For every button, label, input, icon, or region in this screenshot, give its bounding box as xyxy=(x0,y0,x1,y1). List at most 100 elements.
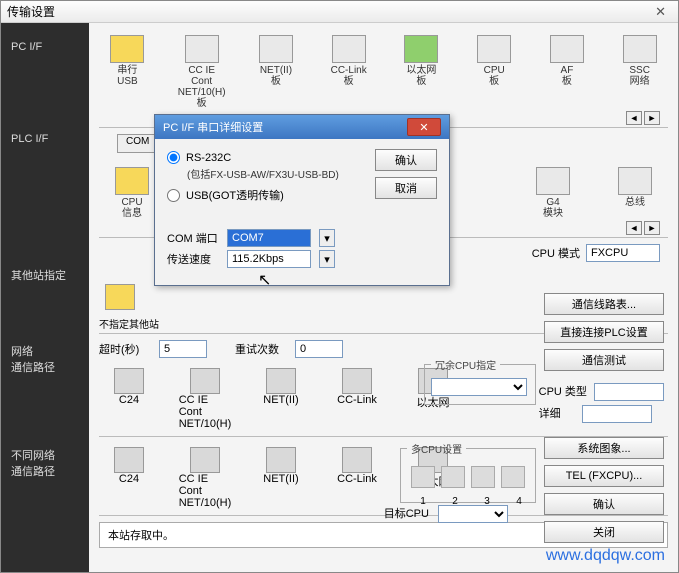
transfer-setup-window: 传输设置 ✕ PC I/F PLC I/F 其他站指定 网络 通信路径 不同网络… xyxy=(0,0,679,573)
retry-field[interactable] xyxy=(295,340,343,358)
device-label: C24 xyxy=(119,394,139,406)
cpu-mode-field[interactable] xyxy=(586,244,660,262)
device-label: CPU 板 xyxy=(484,65,505,87)
cpu-slot-3[interactable] xyxy=(471,466,495,488)
device-label: CC IE Cont NET/10(H) xyxy=(179,394,232,430)
cpu-slot-2[interactable] xyxy=(441,466,465,488)
serial-detail-dialog: PC I/F 串口详细设置 ✕ RS-232C (包括FX-USB-AW/FX3… xyxy=(154,114,450,286)
speed-select[interactable] xyxy=(227,250,311,268)
direct-plc-button[interactable]: 直接连接PLC设置 xyxy=(544,321,664,343)
dialog-ok-button[interactable]: 确认 xyxy=(375,149,437,171)
sidebar-item-plc-if[interactable]: PLC I/F xyxy=(1,115,89,163)
radio-usb[interactable] xyxy=(167,189,180,202)
watermark: www.dqdqw.com xyxy=(546,547,665,565)
dropdown-icon[interactable]: ▾ xyxy=(319,250,335,268)
device-icon xyxy=(266,447,296,473)
other-station-icon[interactable] xyxy=(105,284,135,310)
device-icon xyxy=(259,35,293,63)
device-item[interactable]: C24 xyxy=(105,368,153,430)
device-icon xyxy=(332,35,366,63)
radio-rs232c-label: RS-232C xyxy=(186,152,231,164)
sidebar-item-network-route[interactable]: 网络 通信路径 xyxy=(1,325,89,393)
device-item[interactable]: CC IE Cont NET/10(H)板 xyxy=(178,35,226,109)
device-item[interactable]: CC-Link xyxy=(333,447,381,509)
device-item[interactable]: 串行 USB xyxy=(105,35,150,109)
radio-rs232c[interactable] xyxy=(167,151,180,164)
device-label: CC-Link xyxy=(337,394,377,406)
device-label: CC IE Cont NET/10(H)板 xyxy=(178,65,226,109)
device-icon xyxy=(404,35,438,63)
sidebar: PC I/F PLC I/F 其他站指定 网络 通信路径 不同网络 通信路径 xyxy=(1,23,89,572)
system-image-button[interactable]: 系统图象... xyxy=(544,437,664,459)
retry-label: 重试次数 xyxy=(235,341,287,357)
device-item[interactable]: NET(II) xyxy=(257,447,305,509)
device-label: CC-Link 板 xyxy=(331,65,367,87)
sidebar-item-coexist-route[interactable]: 不同网络 通信路径 xyxy=(1,429,89,497)
dialog-cancel-button[interactable]: 取消 xyxy=(375,177,437,199)
cpu-slot-4[interactable] xyxy=(501,466,525,488)
dropdown-icon[interactable]: ▾ xyxy=(319,229,335,247)
device-icon xyxy=(477,35,511,63)
tab-com[interactable]: COM xyxy=(117,134,158,153)
radio-usb-label: USB(GOT透明传输) xyxy=(186,187,284,203)
target-cpu-select[interactable] xyxy=(438,505,508,523)
route-list-button[interactable]: 通信线路表... xyxy=(544,293,664,315)
device-label: 以太网 板 xyxy=(406,65,436,87)
device-icon xyxy=(550,35,584,63)
device-label: 串行 USB xyxy=(117,65,138,87)
scroll-left-icon[interactable]: ◄ xyxy=(626,221,642,235)
com-port-select[interactable] xyxy=(227,229,311,247)
multi-cpu-legend: 多CPU设置 xyxy=(407,441,466,456)
target-cpu-label: 目标CPU xyxy=(384,508,429,520)
scroll-left-icon[interactable]: ◄ xyxy=(626,111,642,125)
ok-button[interactable]: 确认 xyxy=(544,493,664,515)
redundant-cpu-legend: 冗余CPU指定 xyxy=(431,357,500,372)
device-item[interactable]: AF 板 xyxy=(545,35,590,109)
device-label: NET(II) xyxy=(263,473,298,485)
right-button-column: 通信线路表... 直接连接PLC设置 通信测试 系统图象... TEL (FXC… xyxy=(544,293,664,543)
plc-icon-bus[interactable]: 总线 xyxy=(608,167,662,219)
comm-test-button[interactable]: 通信测试 xyxy=(544,349,664,371)
device-icon xyxy=(623,35,657,63)
plc-icon-g4[interactable]: G4 模块 xyxy=(526,167,580,219)
redundant-cpu-fieldset: 冗余CPU指定 xyxy=(424,357,536,405)
device-item[interactable]: NET(II) xyxy=(257,368,305,430)
scroll-right-icon[interactable]: ► xyxy=(644,111,660,125)
device-item[interactable]: CC IE Cont NET/10(H) xyxy=(181,368,229,430)
cpu-mode-label: CPU 模式 xyxy=(532,245,580,261)
timeout-field[interactable] xyxy=(159,340,207,358)
close-button[interactable]: 关闭 xyxy=(544,521,664,543)
device-item[interactable]: C24 xyxy=(105,447,153,509)
device-label: CC IE Cont NET/10(H) xyxy=(179,473,232,509)
dialog-close-button[interactable]: ✕ xyxy=(407,118,441,136)
tel-fxcpu-button[interactable]: TEL (FXCPU)... xyxy=(544,465,664,487)
device-label: NET(II) 板 xyxy=(260,65,292,87)
plc-icon-cpu-unit[interactable]: CPU 信息 xyxy=(105,167,159,219)
device-icon xyxy=(110,35,144,63)
device-item[interactable]: NET(II) 板 xyxy=(254,35,299,109)
device-item[interactable]: CC-Link 板 xyxy=(326,35,371,109)
cpu-slot-1[interactable] xyxy=(411,466,435,488)
device-item[interactable]: CPU 板 xyxy=(472,35,517,109)
device-item[interactable]: CC IE Cont NET/10(H) xyxy=(181,447,229,509)
dialog-titlebar: PC I/F 串口详细设置 ✕ xyxy=(155,115,449,139)
device-item[interactable]: 以太网 板 xyxy=(399,35,444,109)
device-label: NET(II) xyxy=(263,394,298,406)
titlebar: 传输设置 ✕ xyxy=(1,1,678,23)
window-title: 传输设置 xyxy=(7,3,55,20)
device-icon xyxy=(342,368,372,394)
com-port-label: COM 端口 xyxy=(167,230,219,246)
device-icon xyxy=(190,447,220,473)
device-item[interactable]: SSC 网络 xyxy=(617,35,662,109)
redundant-cpu-select[interactable] xyxy=(431,378,527,396)
device-label: CC-Link xyxy=(337,473,377,485)
scroll-right-icon[interactable]: ► xyxy=(644,221,660,235)
device-icon xyxy=(342,447,372,473)
window-close-button[interactable]: ✕ xyxy=(649,4,672,20)
sidebar-item-pc-if[interactable]: PC I/F xyxy=(1,23,89,71)
device-icon xyxy=(618,167,652,195)
pc-if-icon-row: 串行 USB CC IE Cont NET/10(H)板 NET(II) 板 CC-L… xyxy=(99,31,668,115)
sidebar-item-other-station[interactable]: 其他站指定 xyxy=(1,249,89,301)
device-item[interactable]: CC-Link xyxy=(333,368,381,430)
device-label: C24 xyxy=(119,473,139,485)
